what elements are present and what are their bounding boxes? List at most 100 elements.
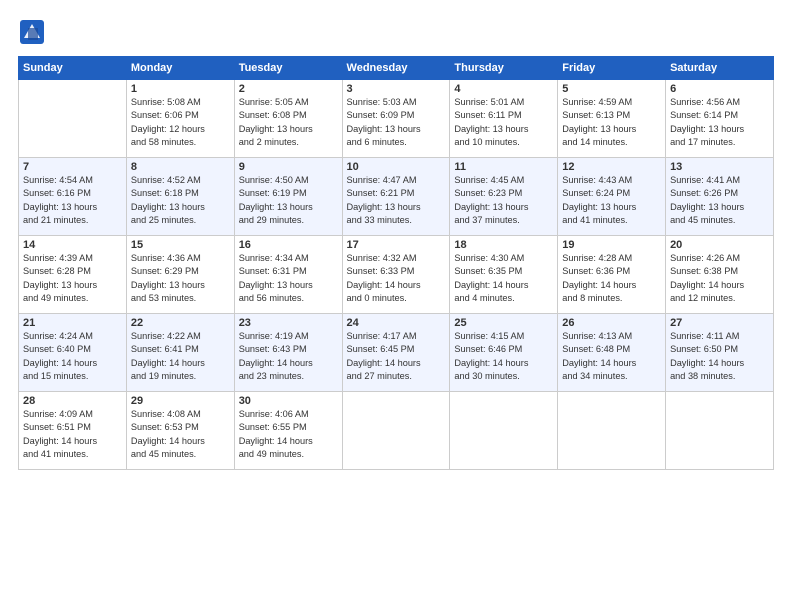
- day-info: Sunrise: 4:19 AMSunset: 6:43 PMDaylight:…: [239, 330, 338, 383]
- week-row-1: 1Sunrise: 5:08 AMSunset: 6:06 PMDaylight…: [19, 80, 774, 158]
- day-info: Sunrise: 4:15 AMSunset: 6:46 PMDaylight:…: [454, 330, 553, 383]
- day-cell: 12Sunrise: 4:43 AMSunset: 6:24 PMDayligh…: [558, 158, 666, 236]
- day-number: 11: [454, 161, 553, 173]
- day-number: 14: [23, 239, 122, 251]
- header: [18, 18, 774, 46]
- logo-icon: [18, 18, 46, 46]
- day-info: Sunrise: 4:59 AMSunset: 6:13 PMDaylight:…: [562, 96, 661, 149]
- day-number: 26: [562, 317, 661, 329]
- day-cell: [19, 80, 127, 158]
- day-info: Sunrise: 4:06 AMSunset: 6:55 PMDaylight:…: [239, 408, 338, 461]
- day-info: Sunrise: 5:03 AMSunset: 6:09 PMDaylight:…: [347, 96, 446, 149]
- day-cell: 15Sunrise: 4:36 AMSunset: 6:29 PMDayligh…: [126, 236, 234, 314]
- day-info: Sunrise: 4:08 AMSunset: 6:53 PMDaylight:…: [131, 408, 230, 461]
- day-info: Sunrise: 4:54 AMSunset: 6:16 PMDaylight:…: [23, 174, 122, 227]
- day-info: Sunrise: 4:11 AMSunset: 6:50 PMDaylight:…: [670, 330, 769, 383]
- col-header-monday: Monday: [126, 57, 234, 80]
- day-cell: 16Sunrise: 4:34 AMSunset: 6:31 PMDayligh…: [234, 236, 342, 314]
- day-cell: 6Sunrise: 4:56 AMSunset: 6:14 PMDaylight…: [666, 80, 774, 158]
- day-info: Sunrise: 5:01 AMSunset: 6:11 PMDaylight:…: [454, 96, 553, 149]
- day-number: 28: [23, 395, 122, 407]
- day-info: Sunrise: 4:09 AMSunset: 6:51 PMDaylight:…: [23, 408, 122, 461]
- day-number: 21: [23, 317, 122, 329]
- day-number: 7: [23, 161, 122, 173]
- day-cell: 22Sunrise: 4:22 AMSunset: 6:41 PMDayligh…: [126, 314, 234, 392]
- day-cell: 29Sunrise: 4:08 AMSunset: 6:53 PMDayligh…: [126, 392, 234, 470]
- day-number: 27: [670, 317, 769, 329]
- week-row-3: 14Sunrise: 4:39 AMSunset: 6:28 PMDayligh…: [19, 236, 774, 314]
- day-number: 2: [239, 83, 338, 95]
- day-cell: 21Sunrise: 4:24 AMSunset: 6:40 PMDayligh…: [19, 314, 127, 392]
- day-info: Sunrise: 5:08 AMSunset: 6:06 PMDaylight:…: [131, 96, 230, 149]
- day-number: 29: [131, 395, 230, 407]
- week-row-4: 21Sunrise: 4:24 AMSunset: 6:40 PMDayligh…: [19, 314, 774, 392]
- col-header-thursday: Thursday: [450, 57, 558, 80]
- day-cell: 1Sunrise: 5:08 AMSunset: 6:06 PMDaylight…: [126, 80, 234, 158]
- day-info: Sunrise: 4:17 AMSunset: 6:45 PMDaylight:…: [347, 330, 446, 383]
- day-number: 15: [131, 239, 230, 251]
- day-info: Sunrise: 4:39 AMSunset: 6:28 PMDaylight:…: [23, 252, 122, 305]
- day-number: 9: [239, 161, 338, 173]
- day-info: Sunrise: 4:56 AMSunset: 6:14 PMDaylight:…: [670, 96, 769, 149]
- day-info: Sunrise: 4:43 AMSunset: 6:24 PMDaylight:…: [562, 174, 661, 227]
- day-number: 30: [239, 395, 338, 407]
- day-number: 4: [454, 83, 553, 95]
- day-number: 13: [670, 161, 769, 173]
- day-cell: 4Sunrise: 5:01 AMSunset: 6:11 PMDaylight…: [450, 80, 558, 158]
- day-info: Sunrise: 4:36 AMSunset: 6:29 PMDaylight:…: [131, 252, 230, 305]
- week-row-2: 7Sunrise: 4:54 AMSunset: 6:16 PMDaylight…: [19, 158, 774, 236]
- day-cell: 17Sunrise: 4:32 AMSunset: 6:33 PMDayligh…: [342, 236, 450, 314]
- day-cell: 11Sunrise: 4:45 AMSunset: 6:23 PMDayligh…: [450, 158, 558, 236]
- day-number: 22: [131, 317, 230, 329]
- day-cell: 7Sunrise: 4:54 AMSunset: 6:16 PMDaylight…: [19, 158, 127, 236]
- col-header-wednesday: Wednesday: [342, 57, 450, 80]
- day-cell: 28Sunrise: 4:09 AMSunset: 6:51 PMDayligh…: [19, 392, 127, 470]
- day-cell: 27Sunrise: 4:11 AMSunset: 6:50 PMDayligh…: [666, 314, 774, 392]
- day-info: Sunrise: 5:05 AMSunset: 6:08 PMDaylight:…: [239, 96, 338, 149]
- logo: [18, 18, 50, 46]
- day-info: Sunrise: 4:22 AMSunset: 6:41 PMDaylight:…: [131, 330, 230, 383]
- day-number: 16: [239, 239, 338, 251]
- day-cell: [342, 392, 450, 470]
- page: SundayMondayTuesdayWednesdayThursdayFrid…: [0, 0, 792, 612]
- day-cell: 26Sunrise: 4:13 AMSunset: 6:48 PMDayligh…: [558, 314, 666, 392]
- day-number: 24: [347, 317, 446, 329]
- day-cell: 3Sunrise: 5:03 AMSunset: 6:09 PMDaylight…: [342, 80, 450, 158]
- day-info: Sunrise: 4:47 AMSunset: 6:21 PMDaylight:…: [347, 174, 446, 227]
- day-number: 6: [670, 83, 769, 95]
- week-row-5: 28Sunrise: 4:09 AMSunset: 6:51 PMDayligh…: [19, 392, 774, 470]
- day-number: 25: [454, 317, 553, 329]
- day-cell: 10Sunrise: 4:47 AMSunset: 6:21 PMDayligh…: [342, 158, 450, 236]
- day-number: 23: [239, 317, 338, 329]
- day-number: 10: [347, 161, 446, 173]
- day-cell: 24Sunrise: 4:17 AMSunset: 6:45 PMDayligh…: [342, 314, 450, 392]
- day-info: Sunrise: 4:52 AMSunset: 6:18 PMDaylight:…: [131, 174, 230, 227]
- day-cell: 9Sunrise: 4:50 AMSunset: 6:19 PMDaylight…: [234, 158, 342, 236]
- day-number: 20: [670, 239, 769, 251]
- col-header-sunday: Sunday: [19, 57, 127, 80]
- day-number: 18: [454, 239, 553, 251]
- day-cell: 20Sunrise: 4:26 AMSunset: 6:38 PMDayligh…: [666, 236, 774, 314]
- day-info: Sunrise: 4:45 AMSunset: 6:23 PMDaylight:…: [454, 174, 553, 227]
- day-info: Sunrise: 4:24 AMSunset: 6:40 PMDaylight:…: [23, 330, 122, 383]
- day-info: Sunrise: 4:26 AMSunset: 6:38 PMDaylight:…: [670, 252, 769, 305]
- col-header-saturday: Saturday: [666, 57, 774, 80]
- day-number: 12: [562, 161, 661, 173]
- day-cell: 18Sunrise: 4:30 AMSunset: 6:35 PMDayligh…: [450, 236, 558, 314]
- day-number: 17: [347, 239, 446, 251]
- day-number: 19: [562, 239, 661, 251]
- header-row: SundayMondayTuesdayWednesdayThursdayFrid…: [19, 57, 774, 80]
- day-cell: 25Sunrise: 4:15 AMSunset: 6:46 PMDayligh…: [450, 314, 558, 392]
- day-number: 1: [131, 83, 230, 95]
- col-header-tuesday: Tuesday: [234, 57, 342, 80]
- day-cell: 23Sunrise: 4:19 AMSunset: 6:43 PMDayligh…: [234, 314, 342, 392]
- col-header-friday: Friday: [558, 57, 666, 80]
- day-cell: [666, 392, 774, 470]
- day-cell: 13Sunrise: 4:41 AMSunset: 6:26 PMDayligh…: [666, 158, 774, 236]
- day-cell: 5Sunrise: 4:59 AMSunset: 6:13 PMDaylight…: [558, 80, 666, 158]
- day-info: Sunrise: 4:34 AMSunset: 6:31 PMDaylight:…: [239, 252, 338, 305]
- day-cell: 2Sunrise: 5:05 AMSunset: 6:08 PMDaylight…: [234, 80, 342, 158]
- day-number: 8: [131, 161, 230, 173]
- day-info: Sunrise: 4:41 AMSunset: 6:26 PMDaylight:…: [670, 174, 769, 227]
- day-info: Sunrise: 4:28 AMSunset: 6:36 PMDaylight:…: [562, 252, 661, 305]
